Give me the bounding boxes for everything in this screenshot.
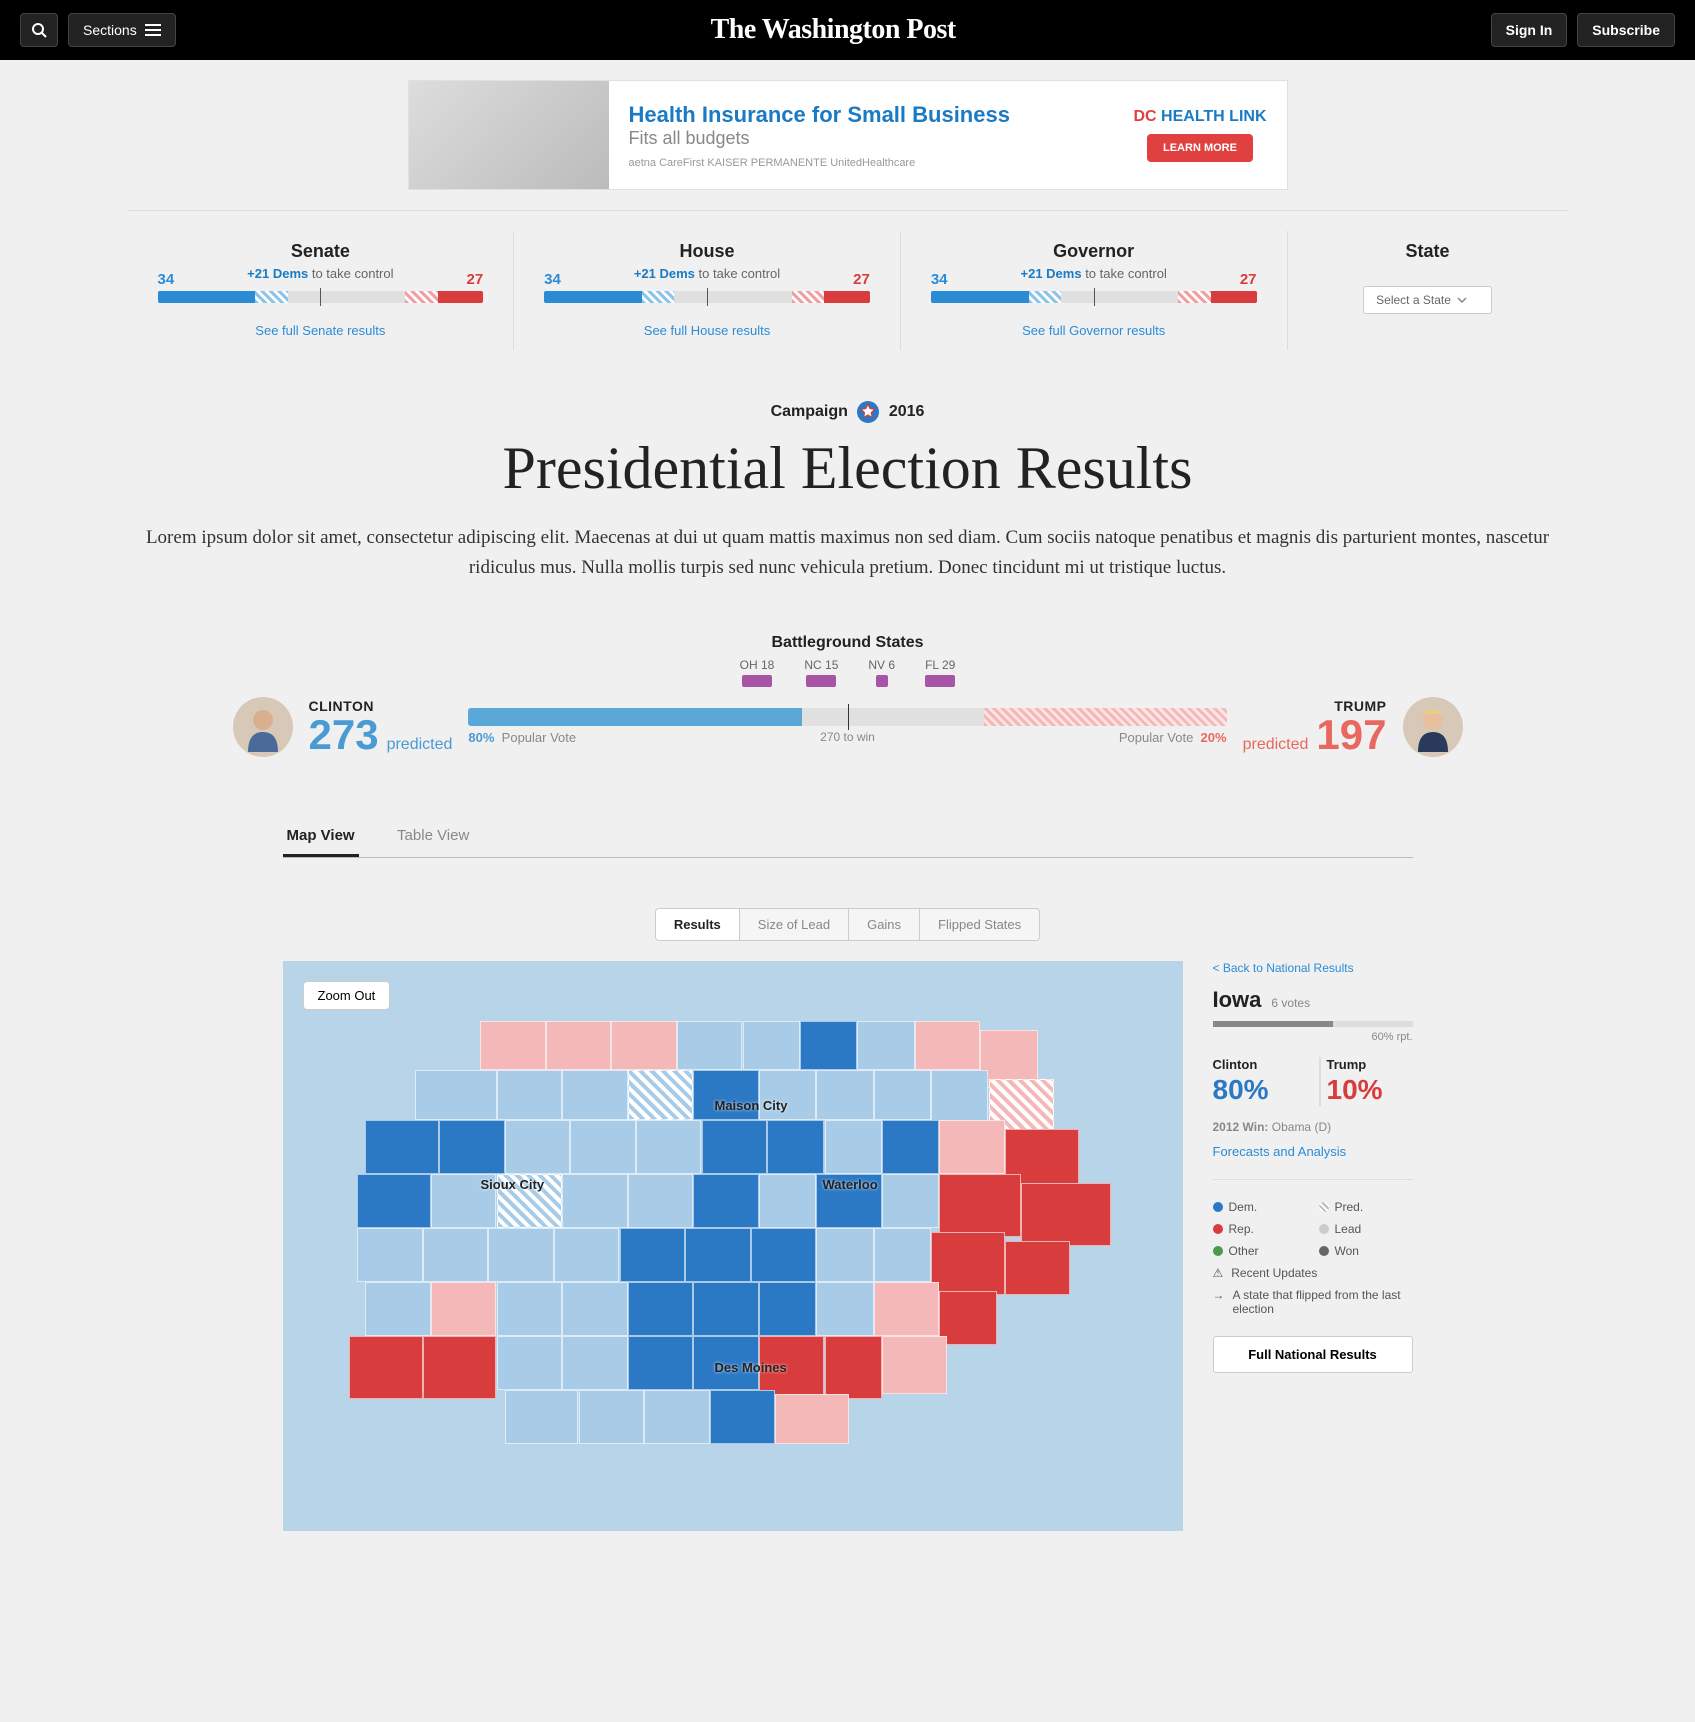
hamburger-icon — [145, 24, 161, 36]
ad-title: Health Insurance for Small Business — [629, 102, 1094, 128]
summary-state: State Select a State — [1288, 231, 1568, 350]
house-link[interactable]: See full House results — [644, 323, 770, 338]
tab-map-view[interactable]: Map View — [283, 817, 359, 857]
reporting-label: 60% rpt. — [1213, 1031, 1413, 1043]
tab-table-view[interactable]: Table View — [393, 817, 473, 854]
ad-banner[interactable]: Health Insurance for Small Business Fits… — [408, 80, 1288, 190]
map-section: Zoom Out — [283, 961, 1413, 1531]
lede: Lorem ipsum dolor sit amet, consectetur … — [128, 523, 1568, 584]
legend: Dem. Pred. Rep. Lead Other Won — [1213, 1200, 1413, 1258]
trump-avatar — [1403, 697, 1463, 757]
bg-state-oh: OH 18 — [740, 658, 775, 687]
city-sioux: Sioux City — [481, 1177, 545, 1192]
state-votes: 6 votes — [1271, 996, 1310, 1010]
senate-bar: 34 27 — [158, 291, 484, 309]
legend-flipped: →A state that flipped from the last elec… — [1213, 1288, 1413, 1316]
prev-win: 2012 Win: Obama (D) — [1213, 1120, 1413, 1134]
star-icon — [856, 400, 880, 424]
seg-gains[interactable]: Gains — [849, 908, 920, 941]
ad-logos: aetna CareFirst KAISER PERMANENTE United… — [629, 157, 1094, 169]
full-results-button[interactable]: Full National Results — [1213, 1336, 1413, 1373]
seg-results[interactable]: Results — [655, 908, 740, 941]
summary-sub: +21 Dems to take control — [158, 266, 484, 281]
map-controls: ResultsSize of LeadGainsFlipped States — [128, 908, 1568, 941]
city-desmoines: Des Moines — [715, 1360, 787, 1375]
ad-image — [409, 81, 609, 189]
bg-state-fl: FL 29 — [925, 658, 955, 687]
iowa-map — [333, 1021, 1153, 1471]
masthead[interactable]: The Washington Post — [711, 14, 956, 46]
ad-cta-button[interactable]: LEARN MORE — [1147, 134, 1253, 162]
search-button[interactable] — [20, 13, 58, 47]
battleground-states: OH 18 NC 15 NV 6 FL 29 — [233, 658, 1463, 687]
forecast-link[interactable]: Forecasts and Analysis — [1213, 1144, 1413, 1159]
subscribe-button[interactable]: Subscribe — [1577, 13, 1675, 47]
ad-right: DC HEALTH LINK LEARN MORE — [1113, 98, 1286, 172]
zoom-out-button[interactable]: Zoom Out — [303, 981, 391, 1010]
sections-label: Sections — [83, 22, 137, 38]
summary-house: House +21 Dems to take control 34 27 See… — [514, 231, 901, 350]
governor-bar: 34 27 — [931, 291, 1257, 309]
page-title: Presidential Election Results — [128, 434, 1568, 503]
summary-senate: Senate +21 Dems to take control 34 27 Se… — [128, 231, 515, 350]
legend-recent: ⚠Recent Updates — [1213, 1266, 1413, 1280]
top-nav: Sections The Washington Post Sign In Sub… — [0, 0, 1695, 60]
prediction-section: Battleground States OH 18 NC 15 NV 6 FL … — [233, 634, 1463, 757]
reporting-bar — [1213, 1021, 1413, 1027]
clinton-block: CLINTON 273predicted — [309, 698, 453, 756]
signin-button[interactable]: Sign In — [1491, 13, 1568, 47]
trump-block: TRUMP predicted197 — [1243, 698, 1387, 756]
state-select[interactable]: Select a State — [1363, 286, 1492, 314]
battleground-title: Battleground States — [233, 634, 1463, 652]
side-panel: < Back to National Results Iowa 6 votes … — [1213, 961, 1413, 1531]
city-waterloo: Waterloo — [823, 1177, 878, 1192]
divider — [128, 210, 1568, 211]
bg-state-nc: NC 15 — [804, 658, 838, 687]
state-name: Iowa — [1213, 987, 1262, 1013]
seg-flipped[interactable]: Flipped States — [920, 908, 1040, 941]
divider — [1213, 1179, 1413, 1180]
bg-state-nv: NV 6 — [868, 658, 895, 687]
map-canvas[interactable]: Zoom Out — [283, 961, 1183, 1531]
sections-button[interactable]: Sections — [68, 13, 176, 47]
ad-text: Health Insurance for Small Business Fits… — [609, 92, 1114, 179]
senate-link[interactable]: See full Senate results — [255, 323, 385, 338]
summary-governor: Governor +21 Dems to take control 34 27 … — [901, 231, 1288, 350]
seg-size[interactable]: Size of Lead — [740, 908, 849, 941]
view-tabs: Map View Table View — [283, 817, 1413, 858]
ad-subtitle: Fits all budgets — [629, 128, 1094, 149]
candidate-row: Clinton 80% Trump 10% — [1213, 1057, 1413, 1106]
back-link[interactable]: < Back to National Results — [1213, 961, 1413, 975]
summary-title: Senate — [158, 241, 484, 262]
campaign-tag: Campaign 2016 — [128, 400, 1568, 424]
top-nav-left: Sections — [20, 13, 176, 47]
house-bar: 34 27 — [544, 291, 870, 309]
chevron-down-icon — [1457, 297, 1467, 303]
ad-brand: DC HEALTH LINK — [1133, 108, 1266, 126]
summary-row: Senate +21 Dems to take control 34 27 Se… — [128, 231, 1568, 350]
clinton-avatar — [233, 697, 293, 757]
search-icon — [31, 22, 47, 38]
governor-link[interactable]: See full Governor results — [1022, 323, 1165, 338]
top-nav-right: Sign In Subscribe — [1491, 13, 1675, 47]
city-mason: Maison City — [715, 1098, 788, 1113]
